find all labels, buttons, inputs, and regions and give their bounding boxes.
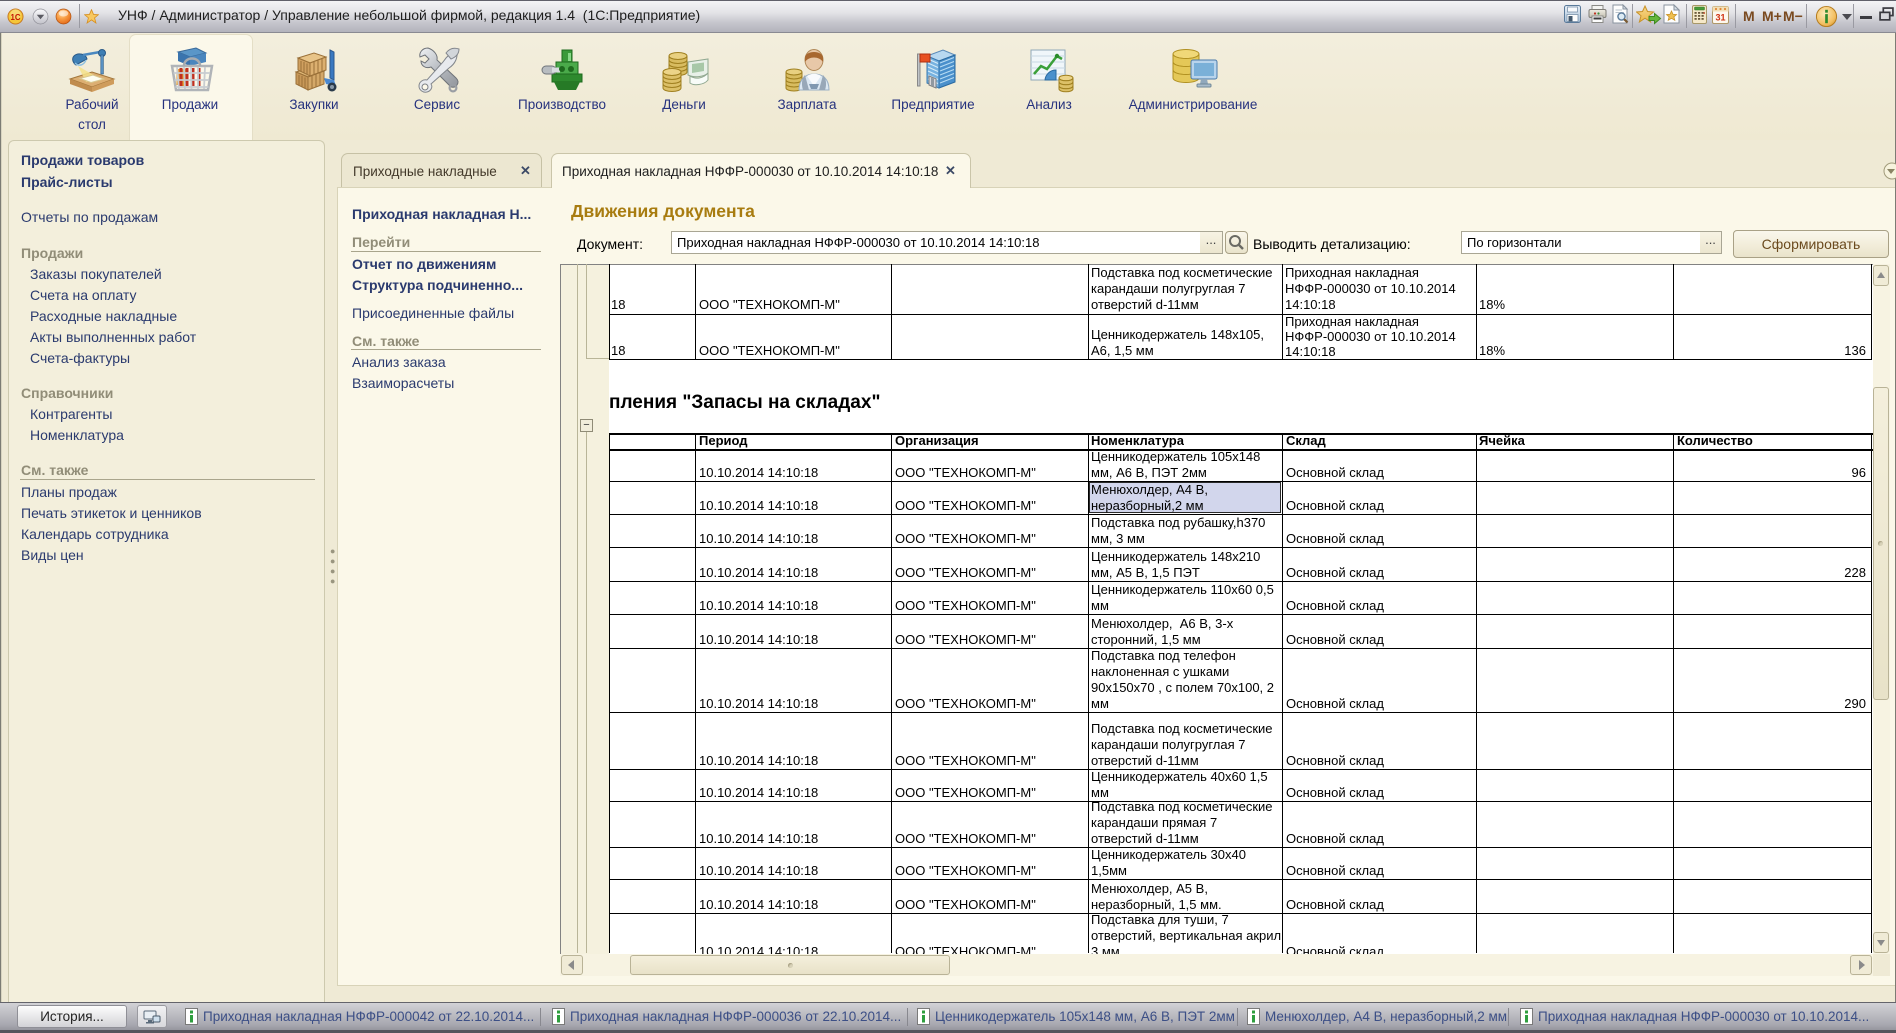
svg-text:31: 31 xyxy=(1715,13,1725,23)
svg-text:1С: 1С xyxy=(10,13,20,22)
